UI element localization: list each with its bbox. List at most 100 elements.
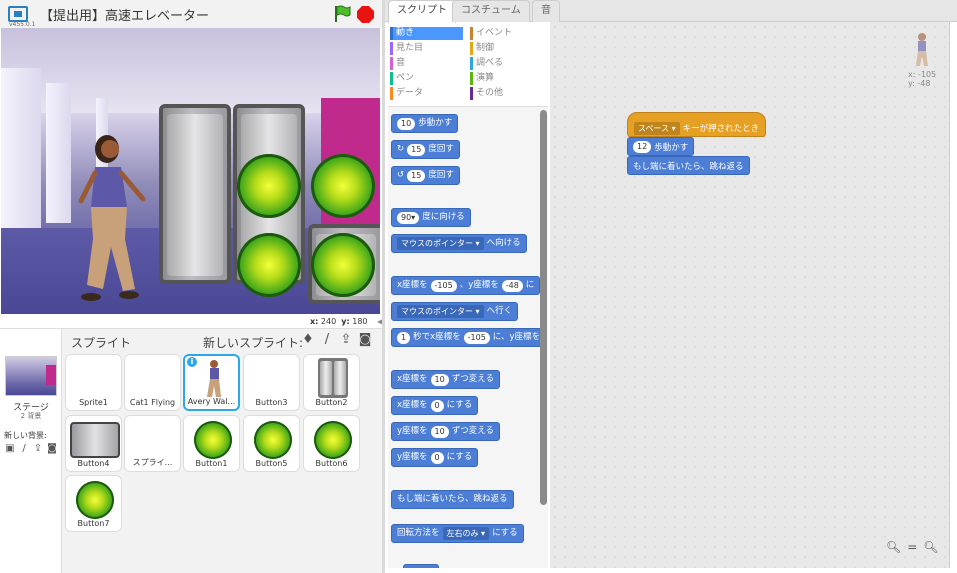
stage-thumbnail[interactable] [5,356,57,396]
sprite-tile[interactable]: スプライ... [124,415,181,472]
zoom-in-icon[interactable]: 🔍︎ [923,540,938,554]
turn-right-block[interactable]: ↻ 15 度回す [391,140,460,159]
category-6[interactable]: 制御 [470,42,494,55]
camera-icon[interactable]: ◙ [46,443,58,454]
sprite-library-icon[interactable]: ♦ [300,332,316,348]
category-9[interactable]: その他 [470,87,503,100]
set-x-block[interactable]: x座標を 0 にする [391,396,479,415]
glide-block[interactable]: 1 秒でx座標を -105 に、y座標を [391,328,547,347]
info-icon[interactable]: i [187,357,197,367]
zoom-reset-button[interactable]: = [907,540,917,554]
elevator-door-left[interactable] [159,104,231,284]
turn-left-value[interactable]: 15 [407,169,426,182]
key-dropdown[interactable]: スペース ▾ [634,121,680,135]
category-5[interactable]: イベント [470,27,512,40]
goto-dropdown[interactable]: マウスのポインター ▾ [397,305,484,318]
sprite-tile[interactable]: i Avery Wal... [183,354,240,411]
category-2[interactable]: 音 [390,57,405,70]
sprite-tile[interactable]: Button7 [65,475,122,532]
sprite-tile[interactable]: Sprite1 [65,354,122,411]
sprite-name: Button1 [195,459,228,468]
glide-secs-value[interactable]: 1 [397,331,411,344]
sprite-tile[interactable]: Cat1 Flying [124,354,181,411]
new-backdrop-icons: ▣ / ⇪ ◙ [4,443,58,454]
script-area[interactable] [550,22,949,568]
green-button-thumbnail [194,421,232,459]
goto-xy-block[interactable]: x座標を -105 、y座標を -48 に [391,276,541,295]
tab-costumes[interactable]: コスチューム [452,0,530,22]
green-button-sprite[interactable] [311,233,375,297]
bounce-block[interactable]: もし端に着いたら、跳ね返る [391,490,514,509]
upload-icon[interactable]: ⇪ [338,332,354,348]
green-button-thumbnail [314,421,352,459]
stop-icon[interactable] [357,6,374,23]
change-y-value[interactable]: 10 [430,425,449,438]
turn-right-value[interactable]: 15 [407,143,426,156]
point-towards-block[interactable]: マウスのポインター ▾ へ向ける [391,234,527,253]
fullscreen-icon[interactable] [8,6,28,22]
category-1[interactable]: 見た目 [390,42,423,55]
glide-x-value[interactable]: -105 [463,331,490,344]
category-8[interactable]: 演算 [470,72,494,85]
change-y-block[interactable]: y座標を 10 ずつ変える [391,422,500,441]
avery-walking-sprite[interactable] [69,129,149,309]
sprite-name: Button2 [315,398,348,407]
point-direction-text: 度に向ける [422,212,465,222]
sprite-name: Button6 [315,459,348,468]
project-title[interactable]: 【提出用】高速エレベーター [40,5,209,24]
green-button-sprite[interactable] [237,154,301,218]
paint-brush-icon[interactable]: / [18,443,30,454]
green-flag-icon[interactable] [333,5,351,23]
goto-xy-x-value[interactable]: -105 [430,279,457,292]
rotation-style-block[interactable]: 回転方法を 左右のみ ▾ にする [391,524,524,543]
backdrop-library-icon[interactable]: ▣ [4,443,16,454]
sprite-name: Avery Wal... [187,397,236,406]
mouse-x-value: 240 [320,317,337,326]
green-button-sprite[interactable] [237,233,301,297]
block-palette: 10 歩動かす ↻ 15 度回す ↺ 15 度回す 90▾ 度に向ける マウスの… [388,106,548,568]
sprite-tile[interactable]: Button5 [243,415,300,472]
sprite-name: Cat1 Flying [129,398,176,407]
sprite-tile[interactable]: Button2 [303,354,360,411]
goto-xy-mid: 、y座標を [459,280,499,290]
set-y-value[interactable]: 0 [430,451,444,464]
set-x-value[interactable]: 0 [430,399,444,412]
tab-scripts[interactable]: スクリプト [388,0,456,23]
zoom-out-icon[interactable]: 🔍︎ [886,540,901,554]
camera-icon[interactable]: ◙ [357,332,373,348]
goto-block[interactable]: マウスのポインター ▾ へ行く [391,302,519,321]
category-3[interactable]: ペン [390,72,414,85]
stage-canvas[interactable] [1,28,380,314]
upload-icon[interactable]: ⇪ [32,443,44,454]
move-steps-value[interactable]: 10 [397,117,416,130]
when-key-pressed-block[interactable]: スペース ▾ キーが押されたとき [627,112,767,137]
sprite-tile[interactable]: Button3 [243,354,300,411]
partial-block[interactable] [403,564,439,568]
palette-scrollbar[interactable] [540,110,547,505]
point-direction-value[interactable]: 90▾ [397,211,420,224]
sprite-tile[interactable]: Button1 [183,415,240,472]
goto-xy-y-value[interactable]: -48 [501,279,523,292]
script-bounce-block[interactable]: もし端に着いたら、跳ね返る [627,156,750,175]
script-move-block[interactable]: 12 歩動かす [627,137,695,156]
sprite-tile[interactable]: Button4 [65,415,122,472]
tab-sounds[interactable]: 音 [532,0,560,22]
rotation-dropdown[interactable]: 左右のみ ▾ [442,527,490,540]
category-7[interactable]: 調べる [470,57,503,70]
script-move-text: 歩動かす [654,142,689,153]
change-x-value[interactable]: 10 [430,373,449,386]
category-4[interactable]: データ [390,87,423,100]
move-steps-text: 歩動かす [418,118,453,128]
green-button-sprite[interactable] [311,154,375,218]
rotation-prefix: 回転方法を [397,528,440,538]
paint-brush-icon[interactable]: / [319,332,335,348]
point-towards-dropdown[interactable]: マウスのポインター ▾ [397,237,484,250]
turn-left-block[interactable]: ↺ 15 度回す [391,166,460,185]
script-move-value[interactable]: 12 [633,140,652,153]
category-0[interactable]: 動き [390,27,463,40]
change-x-block[interactable]: x座標を 10 ずつ変える [391,370,500,389]
move-steps-block[interactable]: 10 歩動かす [391,114,459,133]
sprite-tile[interactable]: Button6 [303,415,360,472]
set-y-block[interactable]: y座標を 0 にする [391,448,479,467]
point-direction-block[interactable]: 90▾ 度に向ける [391,208,471,227]
